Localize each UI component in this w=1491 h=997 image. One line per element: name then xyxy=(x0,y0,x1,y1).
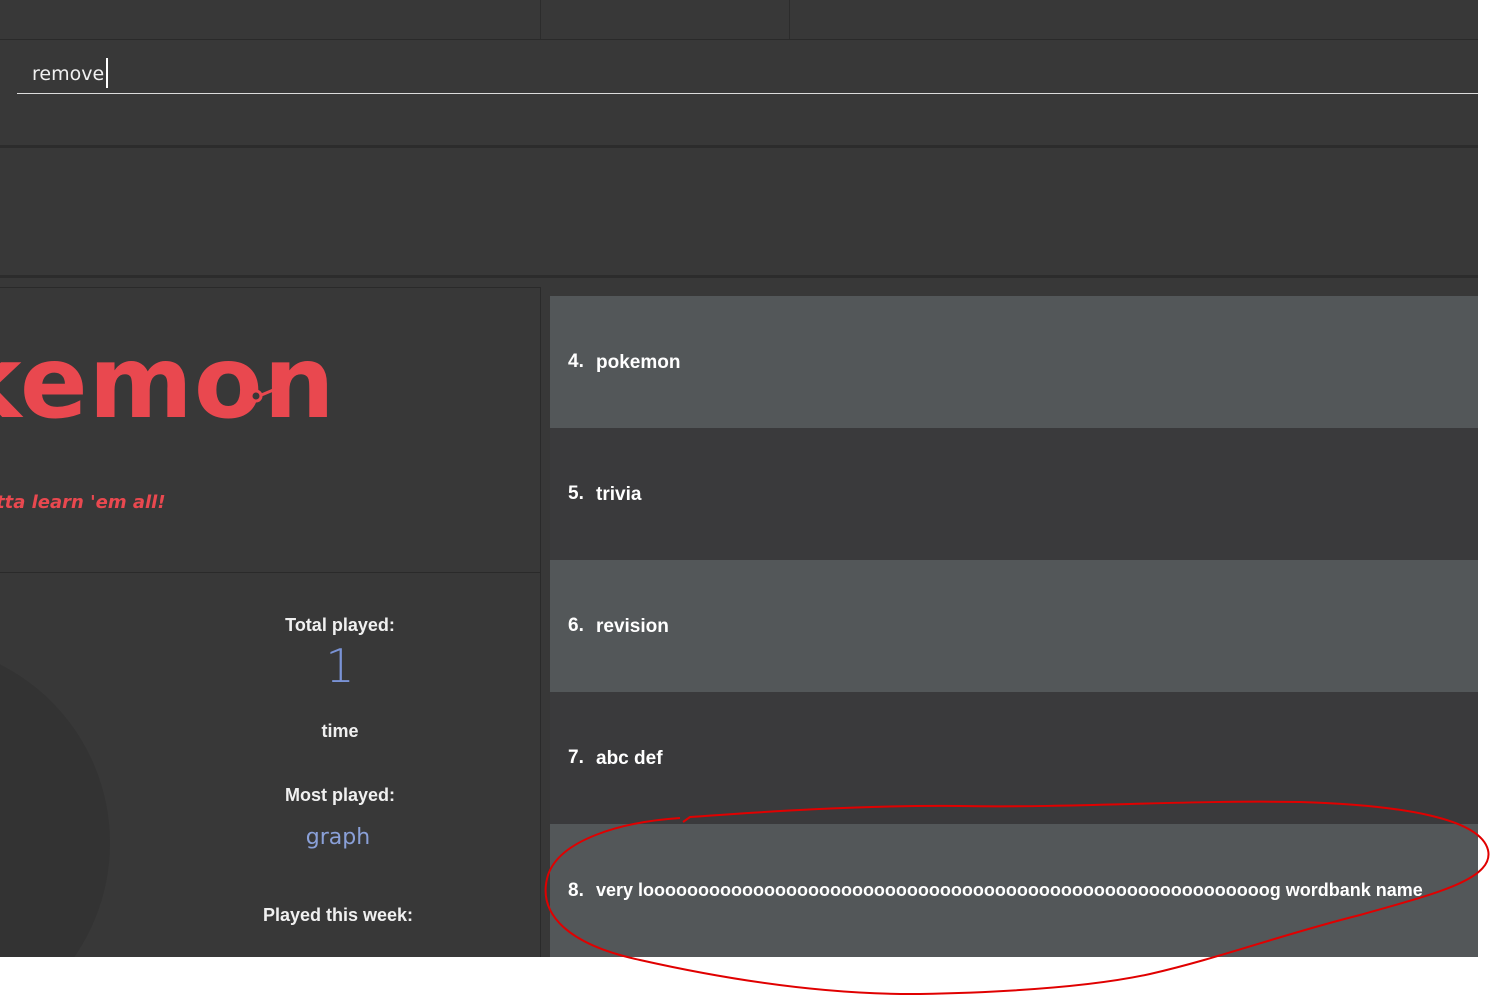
list-item-index: 4. xyxy=(568,351,584,372)
logo-panel: kemon tta learn 'em all! xyxy=(0,288,540,573)
total-played-value: 1 xyxy=(325,639,355,693)
list-item-name: revision xyxy=(596,615,669,637)
list-item-index: 5. xyxy=(568,483,584,504)
list-item-index: 7. xyxy=(568,747,584,768)
pie-chart xyxy=(0,643,110,957)
top-bar-divider xyxy=(540,0,541,39)
list-item[interactable]: 7. abc def xyxy=(550,692,1478,824)
total-played-unit: time xyxy=(321,721,359,741)
list-item-index: 8. xyxy=(568,879,584,901)
list-item-name: trivia xyxy=(596,483,642,505)
top-bar-divider xyxy=(789,0,790,39)
command-box xyxy=(0,40,1478,146)
list-item-name: pokemon xyxy=(596,351,681,373)
list-item-name: abc def xyxy=(596,747,663,769)
top-bar xyxy=(0,0,1478,40)
list-item-index: 6. xyxy=(568,615,584,636)
list-item[interactable]: 5. trivia xyxy=(550,428,1478,560)
list-item-name: very loooooooooooooooooooooooooooooooooo… xyxy=(596,880,1423,900)
total-played-label: Total played: xyxy=(285,615,395,635)
list-item[interactable]: 4. pokemon xyxy=(550,296,1478,428)
played-this-week-label: Played this week: xyxy=(262,905,414,925)
app-window: kemon tta learn 'em all! Total played: 1… xyxy=(0,0,1478,957)
most-played-label: Most played: xyxy=(284,785,395,805)
pokeball-icon xyxy=(239,386,279,406)
divider xyxy=(0,145,1478,148)
command-input[interactable] xyxy=(17,54,1478,94)
app-slogan: tta learn 'em all! xyxy=(0,492,166,513)
list-item[interactable]: 8. very looooooooooooooooooooooooooooooo… xyxy=(550,824,1478,957)
home-panel: kemon tta learn 'em all! Total played: 1… xyxy=(0,287,541,957)
divider xyxy=(0,275,1478,278)
statistics-panel: Total played: 1 time Most played: graph … xyxy=(0,573,540,957)
most-played-value: graph xyxy=(305,825,371,850)
list-item[interactable]: 6. revision xyxy=(550,560,1478,692)
text-caret xyxy=(106,58,108,88)
wordbank-list: 4. pokemon 5. trivia 6. revision 7. abc … xyxy=(550,296,1478,957)
result-display xyxy=(0,155,1478,275)
